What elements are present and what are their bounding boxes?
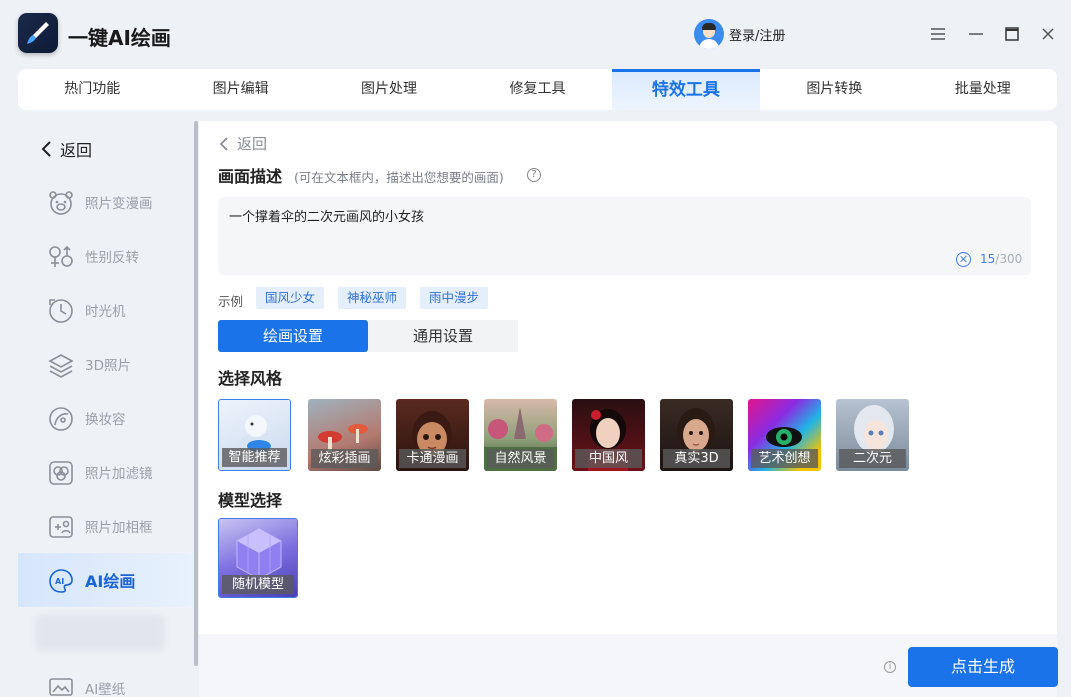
tab-effects-tools[interactable]: 特效工具	[611, 69, 761, 110]
sidebar-back-label: 返回	[60, 141, 93, 160]
sidebar-item-label: 照片变漫画	[85, 196, 153, 212]
minimize-icon[interactable]	[966, 24, 986, 44]
main-panel: 返回 画面描述 (可在文本框内，描述出您想要的画面) ? 15/300 示例 国…	[199, 121, 1057, 634]
tab-hot-features[interactable]: 热门功能	[18, 69, 166, 110]
style-card-art-creative[interactable]: 艺术创想	[748, 399, 821, 471]
login-button[interactable]: 登录/注册	[694, 19, 785, 49]
char-counter: 15/300	[980, 252, 1022, 266]
sidebar-scrollbar[interactable]	[194, 121, 198, 666]
style-card-nature[interactable]: 自然风景	[484, 399, 557, 471]
char-count: 15	[980, 252, 996, 266]
sidebar-item-label: AI壁纸	[85, 682, 126, 697]
sidebar-item-label: 3D照片	[85, 358, 131, 374]
style-label: 炫彩插画	[311, 449, 378, 468]
makeup-icon	[49, 407, 73, 431]
blurred-placeholder	[36, 615, 164, 651]
tab-image-process[interactable]: 图片处理	[315, 69, 463, 110]
tab-repair-tools[interactable]: 修复工具	[463, 69, 611, 110]
sidebar-item-label: 性别反转	[85, 250, 139, 266]
style-card-colorful-illustration[interactable]: 炫彩插画	[308, 399, 381, 471]
style-label: 自然风景	[487, 449, 554, 468]
tab-image-edit[interactable]: 图片编辑	[166, 69, 314, 110]
style-label: 智能推荐	[222, 448, 287, 467]
svg-text:AI: AI	[55, 577, 64, 586]
style-card-anime[interactable]: 二次元	[836, 399, 909, 471]
close-icon[interactable]	[1038, 24, 1058, 44]
style-card-chinese-style[interactable]: 中国风	[572, 399, 645, 471]
style-label: 二次元	[839, 449, 906, 468]
maximize-icon[interactable]	[1002, 24, 1022, 44]
description-hint: (可在文本框内，描述出您想要的画面)	[294, 170, 504, 185]
style-card-real-3d[interactable]: 真实3D	[660, 399, 733, 471]
chevron-left-icon	[41, 141, 51, 157]
sidebar-item-label: 时光机	[85, 304, 126, 320]
model-card-random[interactable]: 随机模型	[218, 518, 298, 598]
style-card-cartoon[interactable]: 卡通漫画	[396, 399, 469, 471]
sidebar: 返回 照片变漫画 性别反转 时光机 3D照片 换妆容 照片加滤镜 照片加相框 A…	[18, 121, 194, 697]
avatar	[694, 19, 724, 49]
app-title: 一键AI绘画	[68, 26, 171, 50]
sidebar-item-photo-to-comic[interactable]: 照片变漫画	[18, 175, 194, 229]
style-label: 中国风	[575, 449, 642, 468]
example-chip[interactable]: 雨中漫步	[420, 287, 489, 309]
tab-general-settings[interactable]: 通用设置	[368, 320, 518, 352]
filter-icon	[49, 461, 73, 485]
sidebar-item-time-machine[interactable]: 时光机	[18, 283, 194, 337]
sidebar-item-label: 换妆容	[85, 412, 126, 428]
sidebar-item-photo-frame[interactable]: 照片加相框	[18, 499, 194, 553]
sidebar-item-label: 照片加滤镜	[85, 466, 153, 482]
sidebar-item-ai-paint[interactable]: AI AI绘画	[18, 553, 194, 607]
app-logo-icon	[18, 13, 58, 53]
style-section-title: 选择风格	[218, 369, 283, 388]
example-chip[interactable]: 神秘巫师	[338, 287, 407, 309]
prompt-input[interactable]	[218, 197, 1031, 275]
title-bar: 一键AI绘画 登录/注册	[0, 0, 1071, 68]
category-tabs: 热门功能 图片编辑 图片处理 修复工具 特效工具 图片转换 批量处理	[18, 69, 1057, 110]
style-label: 真实3D	[663, 449, 730, 468]
frame-icon	[49, 516, 73, 538]
sidebar-item-gender-swap[interactable]: 性别反转	[18, 229, 194, 283]
clock-icon	[49, 299, 73, 323]
style-card-smart[interactable]: 智能推荐	[218, 399, 291, 471]
style-label: 艺术创想	[751, 449, 818, 468]
menu-icon[interactable]	[928, 24, 948, 44]
layers-icon	[48, 354, 74, 378]
generate-button[interactable]: 点击生成	[908, 647, 1058, 687]
sidebar-item-ai-wallpaper[interactable]: AI壁纸	[18, 661, 194, 697]
clear-icon[interactable]	[956, 252, 971, 267]
model-section-title: 模型选择	[218, 491, 283, 510]
sidebar-back-button[interactable]: 返回	[40, 137, 92, 161]
ai-paint-icon: AI	[49, 569, 73, 593]
bear-face-icon	[49, 191, 73, 215]
tab-paint-settings[interactable]: 绘画设置	[218, 320, 368, 352]
main-back-button[interactable]: 返回	[219, 133, 267, 154]
gender-icon	[49, 245, 73, 267]
main-back-label: 返回	[237, 135, 268, 153]
footer-bar: i 点击生成	[199, 634, 1058, 697]
help-icon[interactable]: ?	[527, 168, 541, 182]
sidebar-item-photo-filter[interactable]: 照片加滤镜	[18, 445, 194, 499]
chevron-left-icon	[219, 136, 228, 151]
sidebar-item-makeup[interactable]: 换妆容	[18, 391, 194, 445]
examples-label: 示例	[218, 294, 244, 309]
sidebar-item-3d-photo[interactable]: 3D照片	[18, 337, 194, 391]
login-label: 登录/注册	[729, 28, 786, 44]
tab-image-convert[interactable]: 图片转换	[760, 69, 908, 110]
char-max: /300	[995, 252, 1023, 266]
sidebar-item-label: 照片加相框	[85, 520, 153, 536]
example-chip[interactable]: 国风少女	[256, 287, 325, 309]
model-label: 随机模型	[222, 575, 294, 594]
tab-batch-process[interactable]: 批量处理	[909, 69, 1057, 110]
description-title: 画面描述	[218, 167, 283, 186]
style-label: 卡通漫画	[399, 449, 466, 468]
info-icon[interactable]: i	[884, 661, 896, 673]
sidebar-item-label: AI绘画	[85, 572, 136, 591]
wallpaper-icon	[49, 678, 73, 696]
